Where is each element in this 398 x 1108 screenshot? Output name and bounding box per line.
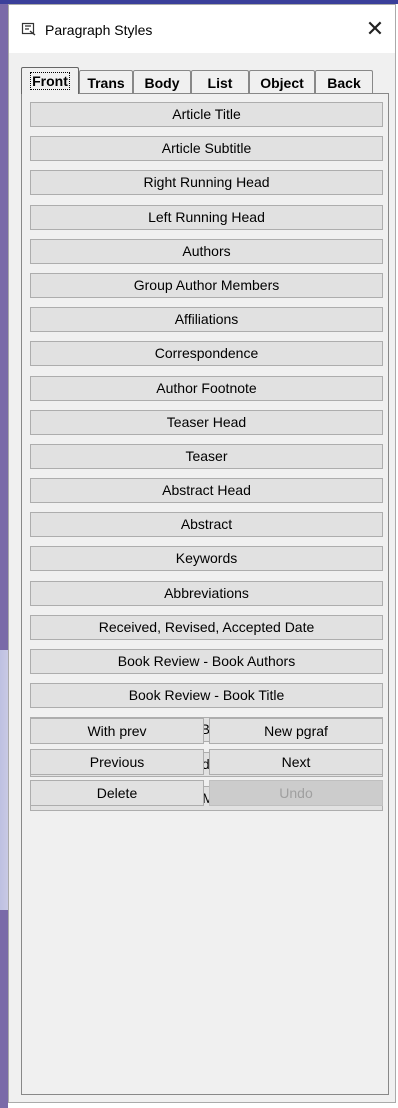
style-button[interactable]: Article Title bbox=[30, 102, 383, 127]
style-button[interactable]: Left Running Head bbox=[30, 204, 383, 230]
style-button[interactable]: Teaser Head bbox=[30, 409, 383, 435]
style-button[interactable]: Correspondence bbox=[30, 341, 383, 367]
style-button[interactable]: Book Review - Book Authors bbox=[30, 649, 383, 674]
tab-back[interactable]: Back bbox=[315, 70, 373, 94]
close-icon[interactable]: ✕ bbox=[361, 15, 389, 43]
style-tabs: Front Trans Body List Object Back bbox=[21, 67, 373, 94]
tab-label: Back bbox=[327, 75, 361, 91]
style-button-list: Article Title Article Subtitle Right Runni… bbox=[30, 102, 383, 820]
paragraph-styles-app-icon bbox=[21, 22, 36, 36]
tab-object[interactable]: Object bbox=[249, 70, 315, 94]
previous-button[interactable]: Previous bbox=[30, 749, 204, 775]
style-button[interactable]: Authors bbox=[30, 238, 383, 264]
paragraph-styles-window: Paragraph Styles ✕ Front Trans Body List Obj… bbox=[8, 4, 396, 1103]
tab-panel: Article Title Article Subtitle Right Runni… bbox=[21, 93, 389, 1095]
tab-label: List bbox=[207, 75, 233, 91]
new-pgraf-button[interactable]: New pgraf bbox=[209, 718, 383, 744]
style-button[interactable]: Received, Revised, Accepted Date bbox=[30, 614, 383, 640]
style-button[interactable]: Keywords bbox=[30, 546, 383, 572]
style-button[interactable]: Abstract bbox=[30, 512, 383, 538]
tab-body[interactable]: Body bbox=[133, 70, 191, 94]
navigation-buttons: With prev New pgraf Previous Next Delete… bbox=[30, 718, 383, 811]
style-button[interactable]: Abbreviations bbox=[30, 580, 383, 606]
tab-trans[interactable]: Trans bbox=[79, 70, 133, 94]
style-button[interactable]: Teaser bbox=[30, 443, 383, 469]
style-button[interactable]: Group Author Members bbox=[30, 272, 383, 298]
window-title: Paragraph Styles bbox=[45, 22, 153, 38]
style-button[interactable]: Book Review - Book Title bbox=[30, 683, 383, 709]
style-button[interactable]: Right Running Head bbox=[30, 170, 383, 196]
tab-label: Object bbox=[260, 75, 304, 91]
with-prev-button[interactable]: With prev bbox=[30, 718, 204, 744]
tab-label: Front bbox=[30, 72, 70, 90]
undo-button[interactable]: Undo bbox=[209, 780, 383, 806]
tab-front[interactable]: Front bbox=[21, 67, 79, 94]
title-bar: Paragraph Styles ✕ bbox=[9, 5, 395, 53]
delete-button[interactable]: Delete bbox=[30, 780, 204, 806]
next-button[interactable]: Next bbox=[209, 749, 383, 775]
tab-label: Trans bbox=[87, 75, 125, 91]
style-button[interactable]: Article Subtitle bbox=[30, 136, 383, 162]
style-button[interactable]: Affiliations bbox=[30, 307, 383, 333]
tab-list[interactable]: List bbox=[191, 70, 249, 94]
style-button[interactable]: Abstract Head bbox=[30, 478, 383, 504]
tab-label: Body bbox=[144, 75, 180, 91]
background-purple-edge bbox=[0, 0, 8, 1108]
style-button[interactable]: Author Footnote bbox=[30, 375, 383, 401]
